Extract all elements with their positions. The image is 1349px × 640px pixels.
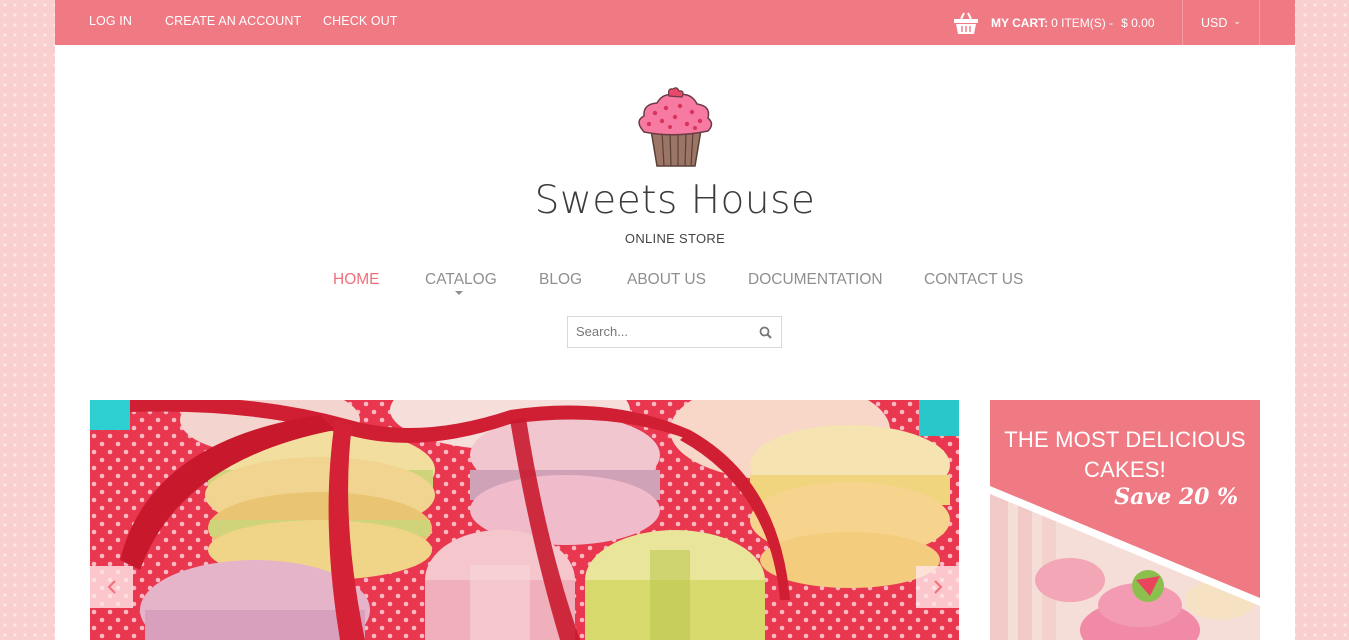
search-box bbox=[567, 316, 782, 348]
chevron-down-icon: ⌄ bbox=[1233, 16, 1241, 26]
search-icon[interactable] bbox=[759, 326, 772, 339]
main-nav: HOME CATALOG BLOG ABOUT US DOCUMENTATION… bbox=[55, 271, 1295, 295]
login-link[interactable]: LOG IN bbox=[89, 14, 132, 28]
hero-slider[interactable] bbox=[90, 400, 959, 640]
cart-label: MY CART: bbox=[991, 15, 1049, 30]
checkout-link[interactable]: CHECK OUT bbox=[323, 14, 398, 28]
slider-prev-button[interactable] bbox=[90, 566, 133, 608]
search-input[interactable] bbox=[568, 317, 746, 345]
page-container: LOG IN CREATE AN ACCOUNT CHECK OUT MY CA… bbox=[55, 0, 1295, 640]
nav-item-catalog[interactable]: CATALOG bbox=[425, 271, 497, 295]
nav-item-home[interactable]: HOME bbox=[333, 271, 380, 289]
nav-item-catalog-label: CATALOG bbox=[425, 271, 497, 288]
chevron-left-icon bbox=[107, 580, 116, 594]
nav-item-about-us[interactable]: ABOUT US bbox=[627, 271, 706, 289]
cart-total: $ 0.00 bbox=[1121, 15, 1155, 30]
nav-item-contact-us[interactable]: CONTACT US bbox=[924, 271, 1023, 289]
currency-selector[interactable]: USD ⌄ bbox=[1182, 0, 1260, 45]
site-subtitle: ONLINE STORE bbox=[624, 231, 726, 246]
promo-banner[interactable]: THE MOST DELICIOUS CAKES! Save 20 % bbox=[990, 400, 1260, 640]
promo-title: THE MOST DELICIOUS CAKES! bbox=[1004, 427, 1246, 482]
chevron-right-icon bbox=[933, 580, 942, 594]
cart-link[interactable]: MY CART: 0 ITEM(S) - $ 0.00 bbox=[953, 0, 1155, 45]
nav-item-documentation[interactable]: DOCUMENTATION bbox=[748, 271, 883, 289]
cart-items: 0 ITEM(S) - bbox=[1051, 15, 1114, 30]
site-title[interactable]: Sweets House bbox=[55, 178, 1295, 223]
macarons-image bbox=[90, 400, 959, 640]
nav-item-blog[interactable]: BLOG bbox=[539, 271, 582, 289]
slider-next-button[interactable] bbox=[916, 566, 959, 608]
create-account-link[interactable]: CREATE AN ACCOUNT bbox=[165, 14, 301, 28]
top-bar: LOG IN CREATE AN ACCOUNT CHECK OUT MY CA… bbox=[55, 0, 1295, 45]
currency-value: USD bbox=[1201, 15, 1228, 30]
promo-save-text: Save 20 % bbox=[1114, 484, 1238, 510]
caret-down-icon bbox=[455, 291, 463, 295]
basket-icon bbox=[954, 12, 978, 34]
cupcake-logo[interactable] bbox=[635, 86, 717, 170]
